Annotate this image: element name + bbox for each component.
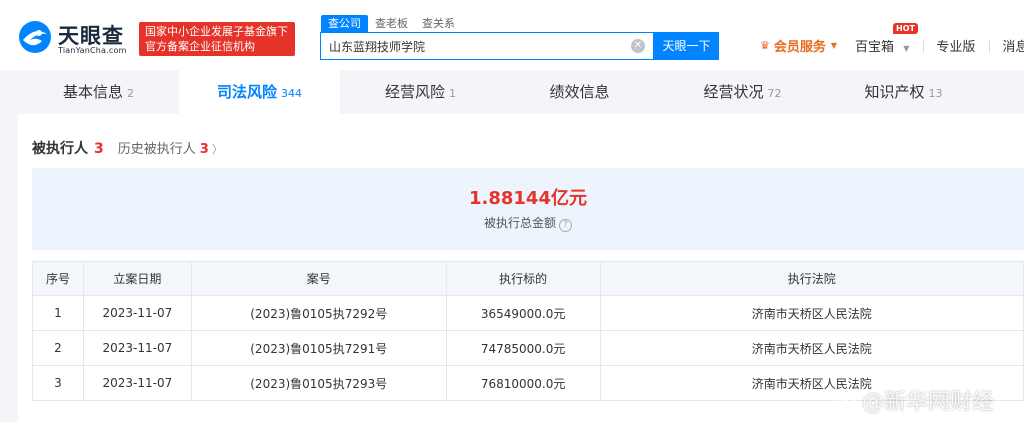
history-label: 历史被执行人 (117, 142, 196, 157)
table-row[interactable]: 1 2023-11-07 (2023)鲁0105执7292号 36549000.… (32, 295, 1024, 331)
tab-label: 绩效信息 (549, 83, 610, 101)
tab-performance[interactable]: 绩效信息 (501, 70, 662, 114)
table-row[interactable]: 2 2023-11-07 (2023)鲁0105执7291号 74785000.… (32, 330, 1024, 366)
tab-business-risk[interactable]: 经营风险 1 (340, 70, 501, 114)
tianyancha-logo[interactable]: 天眼查 TianYanCha.com (18, 20, 128, 58)
tab-count: 72 (767, 87, 782, 100)
col-header-date: 立案日期 (82, 261, 192, 296)
weibo-icon (836, 392, 857, 409)
tab-judicial-risk[interactable]: 司法风险 344 (179, 70, 340, 114)
tab-label: 知识产权 (864, 83, 925, 101)
cell-date: 2023-11-07 (82, 295, 192, 331)
col-header-court: 执行法院 (599, 261, 1024, 296)
hot-badge: HOT (893, 23, 918, 34)
search-type-tabs: 查公司 查老板 查关系 (321, 15, 462, 32)
divider (923, 38, 925, 53)
treasure-box-menu[interactable]: 百宝箱 ▼ HOT (855, 23, 918, 55)
logo-domain: TianYanCha.com (58, 46, 127, 55)
section-title: 被执行人 (32, 141, 88, 157)
cell-case-no: (2023)鲁0105执7292号 (190, 295, 447, 331)
table-header-row: 序号 立案日期 案号 执行标的 执行法院 (32, 261, 1024, 296)
tab-count: 2 (127, 87, 134, 100)
messages-link[interactable]: 消息 (1002, 36, 1024, 55)
weibo-watermark: @新华网财经 (836, 384, 994, 416)
treasure-box-label: 百宝箱 (855, 40, 895, 55)
tab-label: 基本信息 (62, 83, 123, 101)
member-service-menu[interactable]: ♛ 会员服务 ▼ (760, 36, 837, 55)
cell-date: 2023-11-07 (82, 365, 192, 401)
tab-count: 1 (449, 87, 456, 100)
cell-case-no: (2023)鲁0105执7293号 (190, 365, 447, 401)
tab-label: 经营状况 (703, 83, 764, 101)
cell-case-no: (2023)鲁0105执7291号 (190, 330, 447, 366)
search-tab-relation[interactable]: 查关系 (415, 15, 462, 32)
col-header-case-no: 案号 (190, 261, 447, 296)
cell-court: 济南市天桥区人民法院 (599, 295, 1024, 331)
clear-icon[interactable]: ✕ (631, 39, 645, 53)
search-input[interactable] (321, 33, 621, 59)
search-button[interactable]: 天眼一下 (654, 32, 719, 60)
cell-date: 2023-11-07 (82, 330, 192, 366)
search-tab-boss[interactable]: 查老板 (368, 15, 415, 32)
pro-version-link[interactable]: 专业版 (936, 36, 975, 55)
gov-badge-line1: 国家中小企业发展子基金旗下 (145, 25, 288, 38)
tab-basic-info[interactable]: 基本信息 2 (18, 70, 179, 114)
chevron-down-icon: ▼ (830, 41, 838, 50)
search-tab-company[interactable]: 查公司 (321, 15, 368, 32)
tab-count: 13 (928, 87, 943, 100)
section-count: 3 (94, 141, 104, 157)
section-header: 被执行人 3 历史被执行人 3 〉 (32, 138, 223, 158)
col-header-amount: 执行标的 (445, 261, 601, 296)
tab-label: 司法风险 (216, 83, 277, 101)
cell-index: 2 (32, 330, 84, 366)
company-detail-card: 基本信息 2 司法风险 344 经营风险 1 绩效信息 经营状况 72 知识产权 13 被… (18, 70, 1024, 422)
cell-amount: 36549000.0元 (445, 295, 601, 331)
total-amount-summary: 1.88144亿元 被执行总金额? (32, 168, 1024, 250)
crown-icon: ♛ (760, 39, 770, 52)
cell-index: 3 (32, 365, 84, 401)
member-service-label: 会员服务 (773, 40, 826, 55)
history-executed-link[interactable]: 历史被执行人 3 〉 (118, 138, 223, 157)
search-box: ✕ (320, 32, 654, 60)
tab-label: 经营风险 (384, 83, 445, 101)
total-amount-value: 1.88144亿元 (469, 188, 587, 209)
watermark-text: @新华网财经 (862, 390, 995, 415)
tab-count: 344 (281, 87, 302, 100)
summary-label-text: 被执行总金额 (483, 216, 556, 230)
cell-court: 济南市天桥区人民法院 (599, 330, 1024, 366)
col-header-index: 序号 (32, 261, 84, 296)
header-nav: ♛ 会员服务 ▼ 百宝箱 ▼ HOT 专业版 消息 (760, 23, 1024, 55)
divider (989, 38, 991, 53)
gov-badge-line2: 官方备案企业征信机构 (145, 40, 255, 53)
history-count: 3 (199, 142, 209, 157)
gov-badge: 国家中小企业发展子基金旗下 官方备案企业征信机构 (139, 22, 295, 56)
top-header: 天眼查 TianYanCha.com 国家中小企业发展子基金旗下 官方备案企业征… (0, 0, 1024, 70)
cell-amount: 76810000.0元 (445, 365, 601, 401)
help-icon[interactable]: ? (559, 219, 572, 232)
tab-operation-status[interactable]: 经营状况 72 (662, 70, 823, 114)
dimension-tabs: 基本信息 2 司法风险 344 经营风险 1 绩效信息 经营状况 72 知识产权 13 (18, 70, 1024, 114)
cell-amount: 74785000.0元 (445, 330, 601, 366)
executed-person-table: 序号 立案日期 案号 执行标的 执行法院 1 2023-11-07 (2023)… (32, 261, 1024, 401)
eye-logo-icon (19, 21, 51, 53)
total-amount-label: 被执行总金额? (32, 214, 1024, 232)
chevron-down-icon: ▼ (903, 44, 910, 53)
cell-index: 1 (32, 295, 84, 331)
tab-ip[interactable]: 知识产权 13 (823, 70, 984, 114)
chevron-right-icon: 〉 (211, 143, 223, 156)
